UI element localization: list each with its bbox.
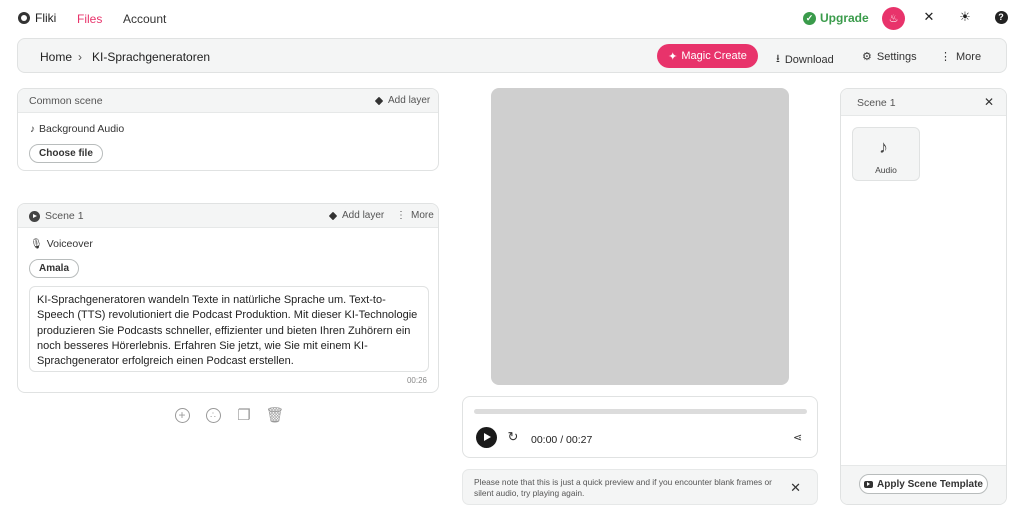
music-note-icon: ♪: [30, 123, 35, 135]
preview-player: ↻ 00:00 / 00:27 ⋖: [462, 396, 818, 458]
more-label: More: [956, 50, 982, 63]
check-badge-icon: ✓: [803, 11, 816, 25]
breadcrumb-project[interactable]: KI-Sprachgeneratoren: [92, 50, 210, 64]
common-scene-card: Common scene Add layer ♪ Background Audi…: [17, 88, 439, 171]
common-scene-title: Common scene: [29, 95, 103, 107]
playback-time: 00:00 / 00:27: [531, 434, 593, 446]
delete-scene-button[interactable]: 🗑: [265, 406, 285, 424]
scene-duration: 00:26: [406, 376, 427, 385]
settings-label: Settings: [876, 50, 917, 63]
sparkle-icon: ✦: [668, 50, 678, 63]
close-icon[interactable]: ✕: [984, 95, 994, 109]
choose-file-button[interactable]: Choose file: [29, 144, 103, 163]
play-circle-icon: [29, 210, 40, 222]
plus-circle-icon: +: [174, 407, 190, 423]
project-toolbar: Home › KI-Sprachgeneratoren ✦ Magic Crea…: [17, 38, 1007, 73]
duplicate-scene-button[interactable]: ❐: [235, 406, 253, 424]
panel-title: Scene 1: [857, 97, 896, 109]
share-icon[interactable]: ⋖: [793, 431, 802, 444]
magic-create-label: Magic Create: [681, 50, 747, 62]
tools-icon[interactable]: ✕: [922, 9, 936, 24]
magic-scene-button[interactable]: ∴: [204, 406, 222, 424]
add-scene-button[interactable]: +: [173, 406, 191, 424]
fire-icon: ♨: [888, 13, 899, 25]
upgrade-button[interactable]: ✓ Upgrade: [803, 11, 869, 25]
settings-button[interactable]: ⚙ Settings: [862, 50, 917, 64]
video-preview-canvas[interactable]: [491, 88, 789, 385]
copy-icon: ❐: [237, 407, 251, 424]
theme-toggle-sun-icon[interactable]: ☀: [958, 9, 972, 24]
voiceover-label: Voiceover: [46, 238, 93, 250]
breadcrumb-separator: ›: [78, 50, 82, 64]
layers-icon: [374, 96, 384, 105]
top-nav: Fliki Files Account ✓ Upgrade ♨ ✕ ☀ ?: [0, 0, 1024, 36]
scene-layer-panel-header: Scene 1 ✕: [841, 89, 1006, 116]
breadcrumb-home[interactable]: Home: [40, 50, 72, 64]
scene-more-button[interactable]: ⋮ More: [396, 210, 434, 221]
audio-tile-label: Audio: [875, 165, 897, 175]
more-button[interactable]: ⋮ More: [940, 50, 982, 64]
music-note-icon: ♪: [879, 137, 888, 157]
add-layer-label: Add layer: [342, 210, 385, 221]
scene-1-card: Scene 1 Add layer ⋮ More 🎙 Voiceover Ama…: [17, 203, 439, 393]
help-icon: ?: [994, 10, 1008, 24]
magic-create-button[interactable]: ✦ Magic Create: [657, 44, 758, 68]
background-audio-row: ♪ Background Audio: [30, 123, 124, 135]
gear-icon: ⚙: [862, 51, 872, 63]
nav-files[interactable]: Files: [77, 12, 102, 26]
download-icon: ⭳: [776, 53, 780, 65]
scene-1-header: Scene 1 Add layer ⋮ More: [18, 204, 438, 228]
panel-footer: Apply Scene Template: [841, 465, 1006, 504]
close-icon[interactable]: ✕: [790, 480, 801, 496]
microphone-icon: 🎙: [30, 238, 43, 250]
background-audio-label: Background Audio: [39, 123, 125, 135]
voice-select-button[interactable]: Amala: [29, 259, 80, 278]
template-icon: [864, 480, 874, 488]
apply-scene-template-button[interactable]: Apply Scene Template: [859, 474, 988, 494]
scene-1-title-group[interactable]: Scene 1: [29, 210, 84, 222]
brand-name: Fliki: [35, 11, 57, 25]
apply-template-label: Apply Scene Template: [877, 478, 983, 490]
voiceover-row: 🎙 Voiceover: [30, 238, 93, 250]
play-button[interactable]: [476, 427, 497, 448]
replay-icon[interactable]: ↻: [506, 429, 520, 444]
more-vertical-icon: ⋮: [396, 210, 406, 221]
scene-1-title: Scene 1: [45, 210, 84, 222]
scene-add-layer-button[interactable]: Add layer: [328, 210, 385, 221]
audio-layer-tile[interactable]: ♪ Audio: [852, 127, 920, 181]
common-add-layer-button[interactable]: Add layer: [374, 95, 431, 106]
preview-notice: Please note that this is just a quick pr…: [462, 469, 818, 505]
ai-dots-icon: ∴: [205, 407, 221, 423]
scene-actions: + ∴ ❐ 🗑: [173, 406, 297, 424]
download-button[interactable]: ⭳ Download: [776, 50, 834, 69]
layers-icon: [328, 211, 338, 220]
voiceover-text-editor[interactable]: KI-Sprachgeneratoren wandeln Texte in na…: [29, 286, 429, 372]
add-layer-label: Add layer: [388, 95, 431, 106]
brand-logo[interactable]: Fliki: [18, 11, 56, 25]
scene-layer-panel: Scene 1 ✕ ♪ Audio Apply Scene Template: [840, 88, 1007, 505]
common-scene-header: Common scene Add layer: [18, 89, 438, 113]
more-label: More: [411, 210, 434, 221]
nav-account[interactable]: Account: [123, 12, 166, 26]
avatar[interactable]: ♨: [882, 7, 905, 30]
help-button[interactable]: ?: [994, 10, 1008, 24]
playback-progress-bar[interactable]: [474, 409, 807, 414]
download-label: Download: [784, 53, 834, 66]
trash-icon: 🗑: [265, 407, 285, 424]
more-vertical-icon: ⋮: [940, 51, 951, 63]
preview-notice-text: Please note that this is just a quick pr…: [474, 477, 772, 498]
fliki-logo-icon: [18, 12, 30, 24]
upgrade-label: Upgrade: [820, 11, 869, 25]
